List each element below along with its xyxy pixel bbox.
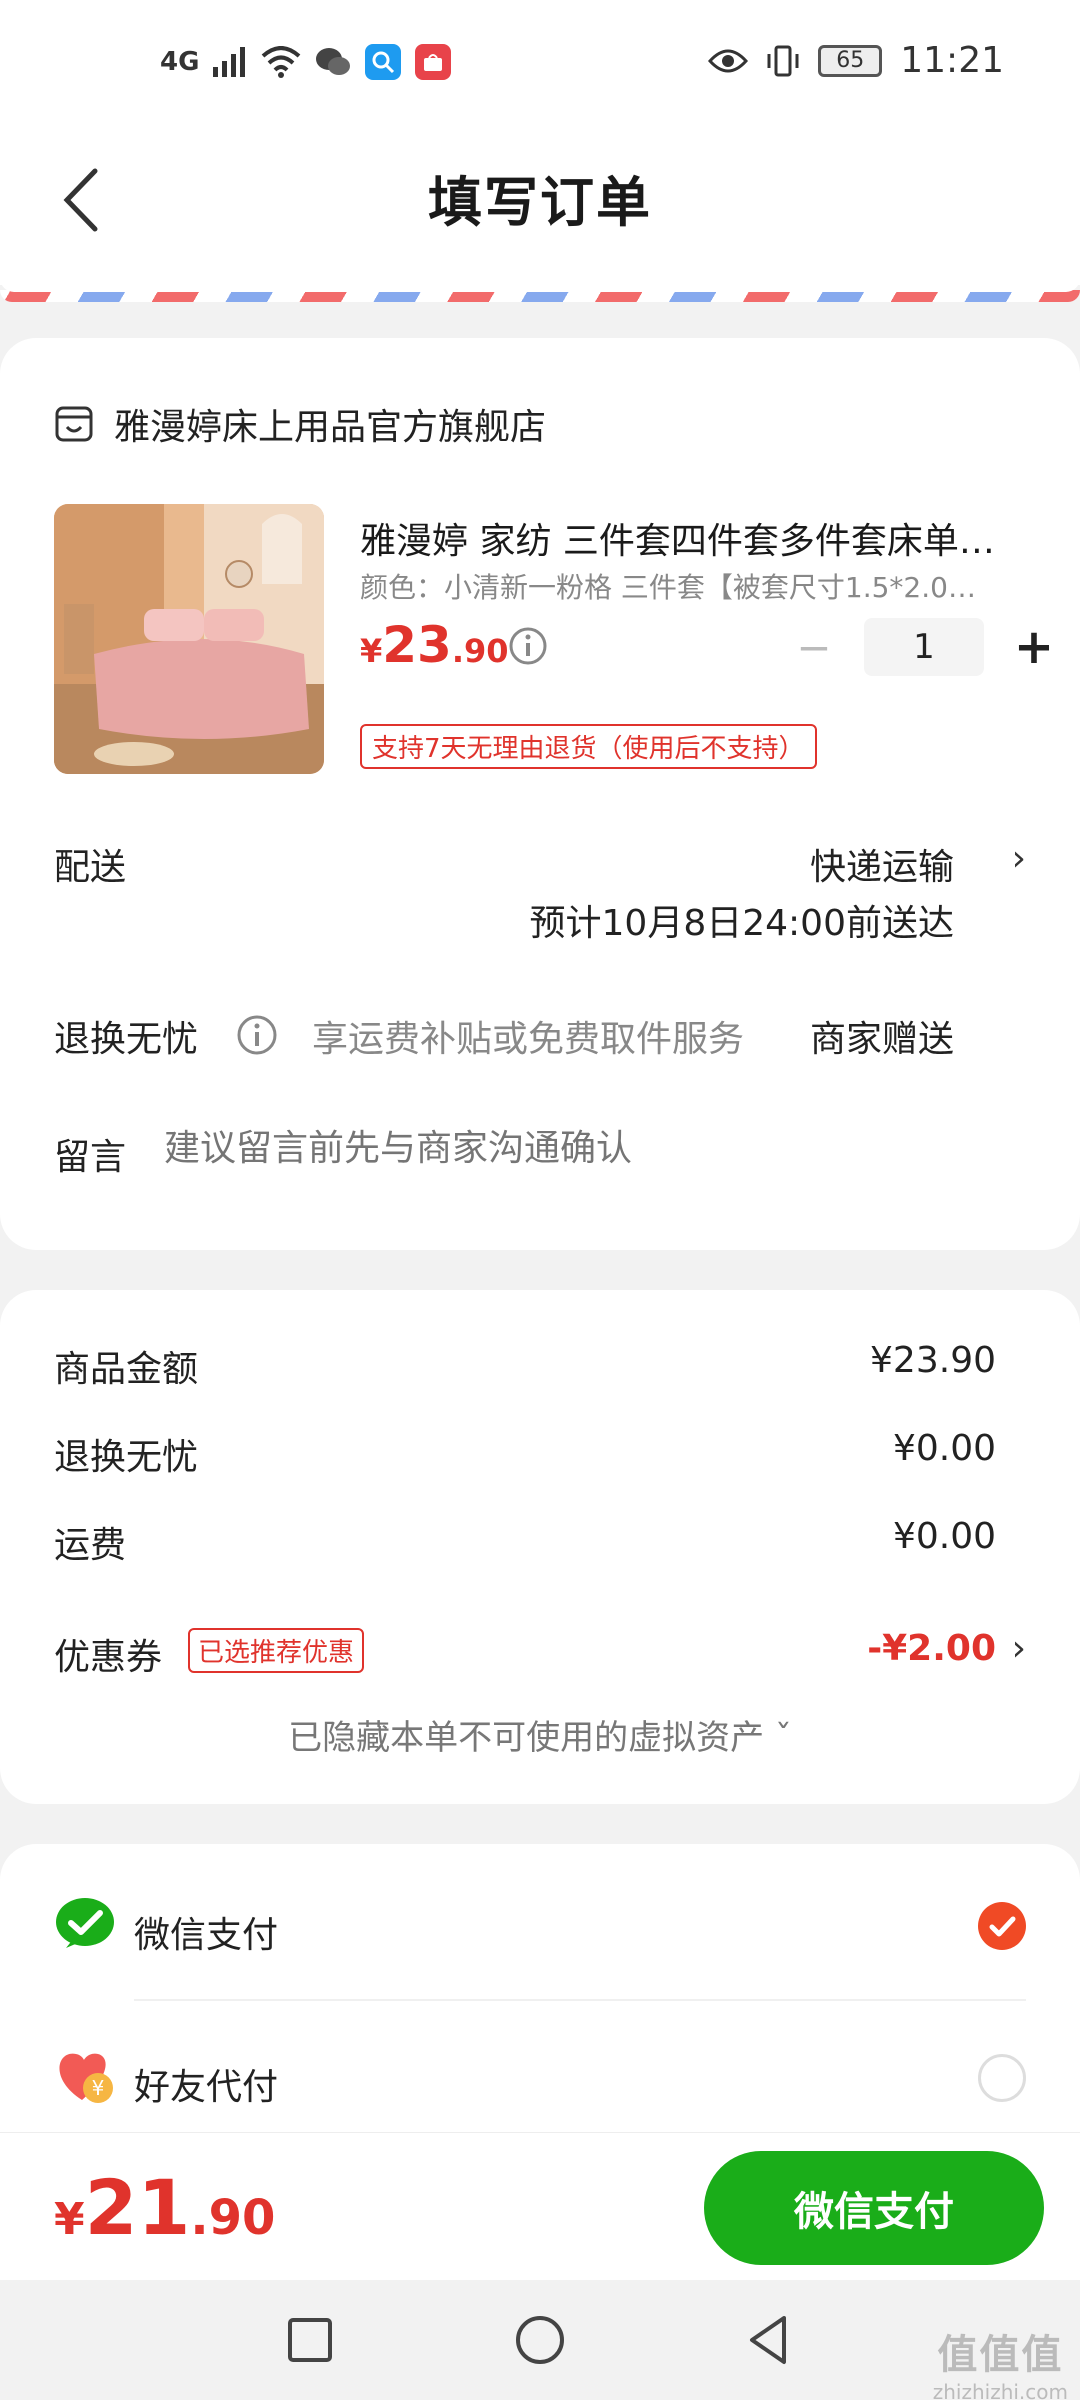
- coupon-tag: 已选推荐优惠: [188, 1628, 365, 1673]
- hidden-assets-toggle[interactable]: 已隐藏本单不可使用的虚拟资产 ˇ: [0, 1710, 1080, 1759]
- quantity-increase-button[interactable]: +: [1004, 619, 1064, 675]
- shipping-label: 运费: [54, 1525, 127, 1566]
- recent-apps-button[interactable]: [280, 2310, 340, 2370]
- watermark-main: 值值值: [937, 2332, 1064, 2378]
- radio-checked-icon[interactable]: [978, 1902, 1026, 1950]
- watermark: 值值值 zhizhizhi.com: [933, 2322, 1068, 2400]
- price-info-icon[interactable]: [508, 626, 548, 666]
- vibrate-icon: [767, 45, 799, 76]
- product-spec[interactable]: 颜色：小清新一粉格 三件套【被套尺寸1.5*2.0m】: [360, 566, 980, 606]
- coupon-label: 优惠券: [54, 1637, 163, 1678]
- quantity-value[interactable]: 1: [864, 618, 984, 676]
- payment-option-label: 好友代付: [134, 2067, 279, 2108]
- divider: [134, 1999, 1026, 2001]
- price-decimal: .90: [451, 632, 509, 670]
- store-row[interactable]: 雅漫婷床上用品官方旗舰店: [54, 398, 546, 450]
- wechat-notification-icon: [316, 48, 351, 75]
- wechat-pay-icon: [56, 1898, 114, 1948]
- home-button[interactable]: [510, 2310, 570, 2370]
- status-bar: 4G 65 11:21: [0, 0, 1080, 130]
- radio-unchecked-icon[interactable]: [978, 2054, 1026, 2102]
- worry-free-label: 退换无忧: [54, 1019, 199, 1060]
- payment-option-label: 微信支付: [134, 1915, 279, 1956]
- total-currency: ¥: [54, 2194, 85, 2245]
- delivery-label: 配送: [54, 847, 127, 888]
- watermark-sub: zhizhizhi.com: [932, 2380, 1068, 2400]
- quantity-stepper: − 1 +: [784, 618, 1064, 676]
- product-image[interactable]: [54, 504, 324, 774]
- price-integer: 23: [382, 616, 452, 674]
- shipping-value: ¥0.00: [892, 1516, 996, 1557]
- message-label: 留言: [54, 1137, 127, 1178]
- goods-amount-label: 商品金额: [54, 1349, 199, 1390]
- friend-pay-heart-icon: ¥: [59, 2053, 113, 2103]
- payment-option-wechat[interactable]: 微信支付: [54, 1876, 1026, 1976]
- order-item-card: 雅漫婷床上用品官方旗舰店 雅漫婷 家纺 三件套四件套多件套床单被罩 颜色：小清新…: [0, 338, 1080, 1250]
- worry-free-fee-label: 退换无忧: [54, 1437, 199, 1478]
- product-title[interactable]: 雅漫婷 家纺 三件套四件套多件套床单被罩: [360, 512, 1020, 564]
- worry-free-fee-value: ¥0.00: [892, 1428, 996, 1469]
- battery-indicator: 65: [818, 44, 883, 77]
- store-name: 雅漫婷床上用品官方旗舰店: [114, 407, 547, 448]
- square-icon: [288, 2318, 332, 2362]
- nav-bar: 填写订单: [0, 120, 1080, 285]
- signal-indicator: 4G: [160, 47, 200, 77]
- worry-free-description: 享运费补贴或免费取件服务: [312, 1019, 745, 1060]
- product-price: ¥23.90: [360, 616, 509, 674]
- delivery-method[interactable]: 快递运输: [810, 838, 954, 890]
- bottom-action-bar: ¥21.90 微信支付: [0, 2132, 1080, 2280]
- store-app-icon: [415, 44, 452, 80]
- wechat-pay-button[interactable]: 微信支付: [704, 2151, 1044, 2265]
- coupon-value[interactable]: -¥2.00: [867, 1628, 996, 1669]
- price-currency: ¥: [360, 632, 383, 670]
- page-title: 填写订单: [428, 171, 652, 234]
- store-icon: [55, 406, 93, 442]
- eye-icon: [708, 49, 749, 72]
- goods-amount-value: ¥23.90: [870, 1340, 996, 1381]
- system-nav-bar: [0, 2280, 1080, 2400]
- worry-free-value: 商家赠送: [809, 1019, 954, 1060]
- wifi-icon: [262, 46, 301, 78]
- total-price: ¥21.90: [54, 2163, 275, 2252]
- chevron-right-icon[interactable]: ›: [1012, 838, 1026, 879]
- return-policy-tag: 支持7天无理由退货（使用后不支持）: [360, 724, 817, 769]
- status-right: 65 11:21: [708, 40, 1004, 81]
- message-input[interactable]: [164, 1128, 984, 1169]
- delivery-eta: 预计10月8日24:00前送达: [529, 903, 954, 944]
- product-item: 雅漫婷 家纺 三件套四件套多件套床单被罩 颜色：小清新一粉格 三件套【被套尺寸1…: [54, 504, 1054, 774]
- svg-text:¥: ¥: [92, 2076, 105, 2100]
- status-left: 4G: [160, 44, 452, 80]
- signal-bars-icon: [213, 47, 246, 77]
- circle-icon: [516, 2316, 564, 2364]
- system-back-button[interactable]: [740, 2310, 800, 2370]
- header-bottom-edge: [0, 278, 1080, 292]
- payment-method-card: 微信支付 ¥ 好友代付: [0, 1844, 1080, 2144]
- status-time: 11:21: [900, 40, 1004, 81]
- worry-free-info-icon[interactable]: [236, 1014, 278, 1056]
- total-integer: 21: [84, 2163, 191, 2252]
- payment-option-friend[interactable]: ¥ 好友代付: [54, 2028, 1026, 2128]
- browser-app-icon: [365, 44, 402, 80]
- quantity-decrease-button[interactable]: −: [784, 623, 844, 672]
- price-summary-card: 商品金额 ¥23.90 退换无忧 ¥0.00 运费 ¥0.00 优惠券 已选推荐…: [0, 1290, 1080, 1804]
- total-decimal: .90: [190, 2190, 276, 2246]
- triangle-back-icon: [750, 2316, 786, 2364]
- chevron-right-icon[interactable]: ›: [1012, 1628, 1026, 1669]
